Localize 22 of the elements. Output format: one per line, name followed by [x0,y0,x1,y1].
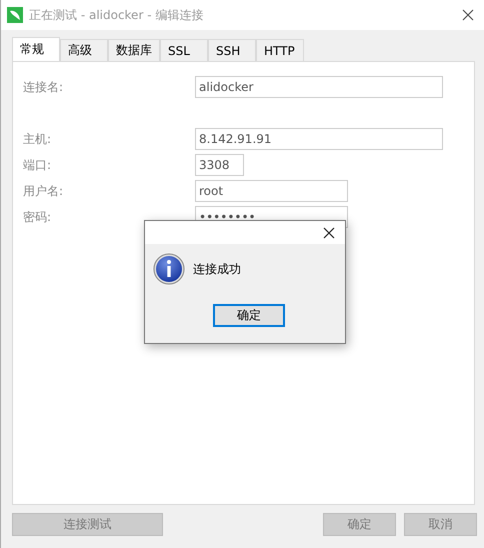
input-field[interactable]: alidocker [195,76,443,98]
tab[interactable]: 数据库 [108,39,160,61]
field-label: 主机: [23,130,52,148]
input-field[interactable]: root [195,180,348,202]
field-label: 连接名: [23,78,64,96]
window-title: 正在测试 - alidocker - 编辑连接 [29,6,204,24]
tab[interactable]: HTTP [256,39,304,61]
input-field[interactable]: 3308 [195,154,244,176]
message-text: 连接成功 [193,260,241,278]
tab[interactable]: 常规 [12,37,60,61]
info-icon [153,253,185,285]
ok-button[interactable]: 确定 [213,304,285,327]
field-label: 用户名: [23,182,64,200]
tab[interactable]: SSH [208,39,256,61]
field-label: 密码: [23,208,52,226]
tab[interactable]: SSL [160,39,208,61]
input-field[interactable]: 8.142.91.91 [195,128,443,150]
field-label: 端口: [23,156,52,174]
close-icon[interactable] [462,9,474,21]
tab[interactable]: 高级 [60,39,108,61]
app-logo-icon [7,7,23,23]
close-icon[interactable] [323,226,335,238]
